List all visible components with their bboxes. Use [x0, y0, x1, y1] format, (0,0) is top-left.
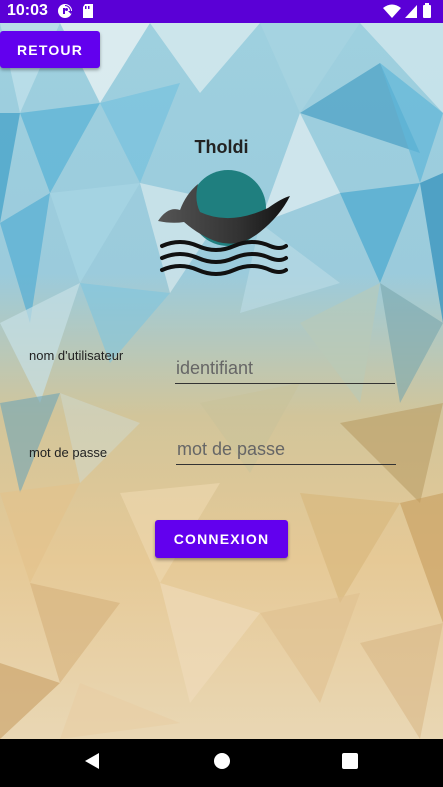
recents-square-icon[interactable]	[341, 751, 359, 776]
back-button[interactable]: RETOUR	[0, 31, 100, 68]
battery-icon	[423, 3, 431, 18]
status-bar: 10:03	[0, 0, 443, 23]
login-button[interactable]: CONNEXION	[155, 520, 288, 558]
app-content: RETOUR Tholdi nom d'utilisateur mot de p…	[0, 23, 443, 739]
whale-logo-icon	[150, 166, 295, 286]
back-triangle-icon[interactable]	[83, 751, 101, 776]
sync-icon	[58, 4, 73, 18]
signal-icon	[405, 5, 417, 18]
navigation-bar	[0, 739, 443, 787]
password-input[interactable]	[176, 436, 396, 465]
sd-card-icon	[83, 4, 93, 18]
username-input[interactable]	[175, 355, 395, 384]
status-icons-right	[383, 3, 435, 24]
password-label: mot de passe	[29, 445, 108, 460]
status-time: 10:03	[7, 2, 48, 19]
username-label: nom d'utilisateur	[29, 348, 124, 363]
status-icons-left	[57, 3, 97, 24]
app-title: Tholdi	[194, 137, 249, 157]
wifi-icon	[383, 4, 401, 18]
home-circle-icon[interactable]	[212, 751, 232, 776]
